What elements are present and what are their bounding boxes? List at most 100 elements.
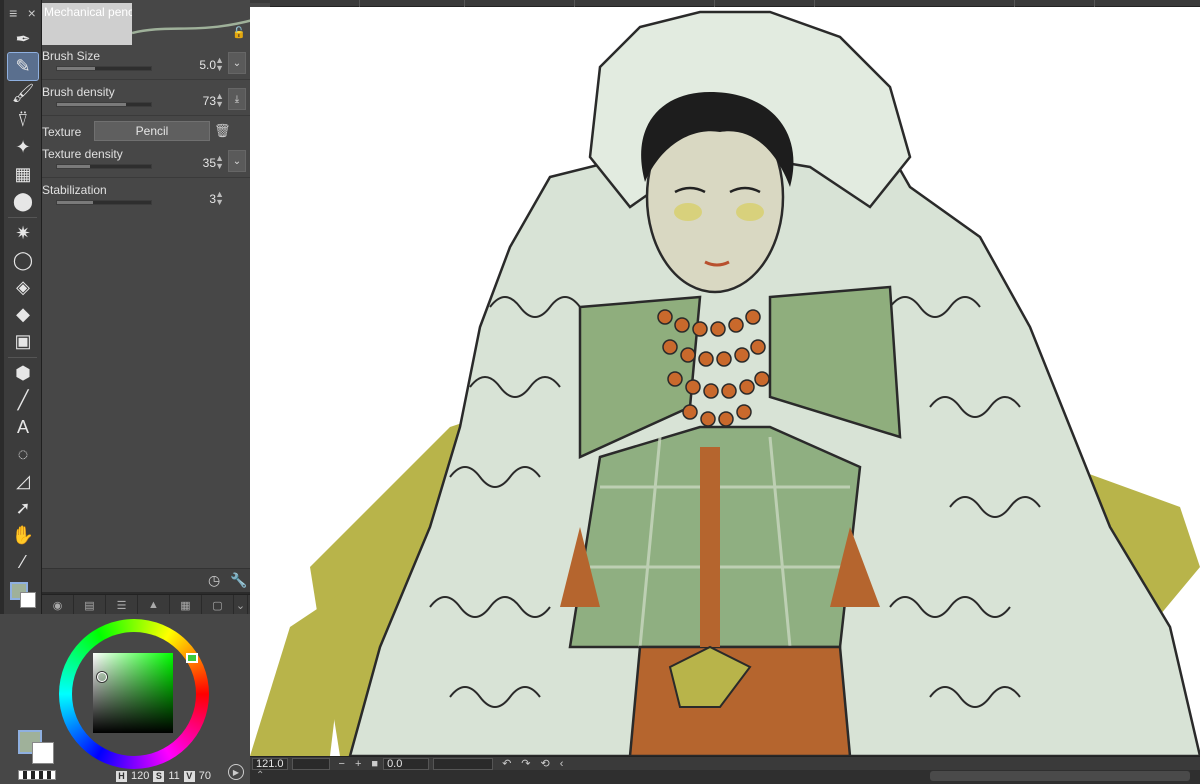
transparent-color-icon[interactable] — [18, 770, 56, 780]
clock-icon[interactable]: ◷ — [208, 572, 220, 589]
artwork — [250, 10, 1200, 756]
brush-size-value[interactable]: 5.0 — [199, 58, 216, 72]
zoom-field[interactable]: 121.0 — [252, 757, 288, 770]
tool-property-panel: Mechanical pencil 🔓 Brush Size 5.0 ▲ ▼ ⌄ … — [42, 0, 270, 592]
toolbar-color-chip[interactable] — [8, 580, 38, 610]
slider-fill — [57, 201, 93, 204]
brush-density-row: Brush density 73 ▲ ▼ ⤓ — [42, 82, 250, 116]
color-wheel-tab-icon[interactable]: ◉ — [42, 595, 74, 615]
sv-marker[interactable] — [97, 672, 107, 682]
angle-field[interactable]: 0.0 — [383, 757, 430, 770]
divider — [8, 357, 37, 358]
hue-value[interactable]: 120 — [131, 770, 149, 782]
airbrush-tool-icon[interactable]: ⍢ — [8, 107, 38, 134]
fit-icon[interactable]: ■ — [371, 758, 378, 770]
operation-tool-icon[interactable]: ⬢ — [8, 360, 38, 387]
value-value[interactable]: 70 — [199, 770, 211, 782]
canvas-status-bar: 121.0 − + ■ 0.0 ↶ ↷ ⟲ ‹ — [250, 756, 1200, 770]
center-stripe — [700, 447, 720, 647]
download-icon[interactable]: ⤓ — [228, 88, 246, 110]
intermediate-color-tab-icon[interactable]: ▲ — [138, 595, 170, 615]
color-history-tab-icon[interactable]: ▢ — [202, 595, 234, 615]
spin-icon[interactable]: ▲ ▼ — [215, 154, 224, 171]
slider-fill — [57, 103, 126, 106]
wrench-icon[interactable]: 🔧 — [230, 572, 247, 589]
balloon-tool-icon[interactable]: ◌ — [8, 441, 38, 468]
stabilization-label: Stabilization — [42, 183, 107, 197]
brush-density-slider[interactable] — [56, 102, 152, 107]
brush-name: Mechanical pencil — [44, 5, 140, 19]
frame-tool-icon[interactable]: ◿ — [8, 468, 38, 495]
document-tab[interactable] — [815, 0, 1015, 7]
horizontal-scrollbar[interactable] — [930, 771, 1190, 781]
lasso-tool-icon[interactable]: ◯ — [8, 247, 38, 274]
document-tab[interactable] — [575, 0, 715, 7]
figure-tool-icon[interactable]: ╱ — [8, 387, 38, 414]
stabilization-slider[interactable] — [56, 200, 152, 205]
sub-color-swatch[interactable] — [20, 592, 36, 608]
reset-rotation-icon[interactable]: ⟲ — [541, 757, 550, 770]
trash-icon[interactable]: 🗑 — [214, 123, 231, 139]
spin-icon[interactable]: ▲ ▼ — [215, 56, 224, 73]
brush-size-label: Brush Size — [42, 49, 101, 63]
pressure-button[interactable]: ⌄ — [228, 52, 246, 74]
saturation-value-square[interactable] — [93, 653, 173, 733]
rotate-right-icon[interactable]: ↷ — [521, 757, 530, 770]
stabilization-row: Stabilization 3 ▲ ▼ — [42, 180, 250, 214]
pencil-tool-icon[interactable]: ✎ — [7, 52, 39, 81]
auto-select-tool-icon[interactable]: ✷ — [8, 220, 38, 247]
spin-icon[interactable]: ▲ ▼ — [215, 190, 224, 207]
zoom-out-icon[interactable]: − — [339, 758, 345, 770]
flip-horizontal-icon[interactable]: ‹ — [560, 758, 564, 770]
color-wheel-panel: H 120 S 11 V 70 ▶ — [0, 614, 250, 784]
spin-icon[interactable]: ▲ ▼ — [215, 92, 224, 109]
zoom-slider[interactable] — [291, 757, 330, 770]
palette-tab-strip: ◉ ▤ ☰ ▲ ▦ ▢ ⌄ — [42, 594, 250, 615]
slider-fill — [57, 67, 95, 70]
chevron-down-icon[interactable]: ⌄ — [234, 595, 248, 615]
approximate-color-tab-icon[interactable]: ▦ — [170, 595, 202, 615]
gradient-tool-icon[interactable]: ▣ — [8, 328, 38, 355]
texture-density-slider[interactable] — [56, 164, 152, 169]
eyedropper-tool-icon[interactable]: ⁄ — [8, 549, 38, 576]
pressure-button[interactable]: ⌄ — [228, 150, 246, 172]
document-tab[interactable] — [465, 0, 575, 7]
texture-label: Texture — [42, 125, 82, 139]
document-tab[interactable] — [360, 0, 465, 7]
color-slider-tab-icon[interactable]: ▤ — [74, 595, 106, 615]
document-tab[interactable] — [1015, 0, 1095, 7]
brush-tool-icon[interactable]: 🖌 — [8, 80, 38, 107]
tool-palette: ≡ × ✒ ✎ 🖌 ⍢ ✦ ▦ ⬤ ✷ ◯ ◈ ◆ ▣ ⬢ ╱ A ◌ ◿ ➚ … — [4, 0, 42, 642]
play-icon[interactable]: ▶ — [228, 764, 244, 780]
hsv-readout: H 120 S 11 V 70 — [116, 769, 211, 783]
texture-density-label: Texture density — [42, 147, 123, 161]
left-cheek — [674, 203, 702, 221]
sub-color-swatch[interactable] — [32, 742, 54, 764]
eraser-icon[interactable]: ◆ — [8, 301, 38, 328]
hand-tool-icon[interactable]: ✋ — [8, 522, 38, 549]
hue-marker[interactable] — [186, 653, 198, 663]
zoom-in-icon[interactable]: + — [355, 758, 361, 770]
decoration-tool-icon[interactable]: ✦ — [8, 134, 38, 161]
drawing-canvas[interactable] — [250, 7, 1200, 756]
brush-density-value[interactable]: 73 — [203, 94, 216, 108]
texture-select-button[interactable]: Pencil — [94, 121, 210, 141]
saturation-value[interactable]: 11 — [168, 770, 179, 782]
lock-icon[interactable]: 🔓 — [232, 26, 246, 39]
pen-tool-icon[interactable]: ✒ — [8, 26, 38, 53]
move-layer-tool-icon[interactable]: ➚ — [8, 495, 38, 522]
color-set-tab-icon[interactable]: ☰ — [106, 595, 138, 615]
rotate-left-icon[interactable]: ↶ — [502, 757, 511, 770]
value-key: V — [183, 770, 195, 782]
blend-tool-icon[interactable]: ▦ — [8, 161, 38, 188]
eraser-tool-icon[interactable]: ⬤ — [8, 188, 38, 215]
angle-slider[interactable] — [433, 757, 494, 770]
close-icon[interactable]: × — [28, 5, 36, 21]
document-tab[interactable] — [715, 0, 815, 7]
chevron-up-icon[interactable]: ⌃ — [256, 770, 264, 781]
text-tool-icon[interactable]: A — [8, 414, 38, 441]
fill-tool-icon[interactable]: ◈ — [8, 274, 38, 301]
texture-density-value[interactable]: 35 — [203, 156, 216, 170]
brush-size-slider[interactable] — [56, 66, 152, 71]
menu-icon[interactable]: ≡ — [9, 5, 17, 21]
